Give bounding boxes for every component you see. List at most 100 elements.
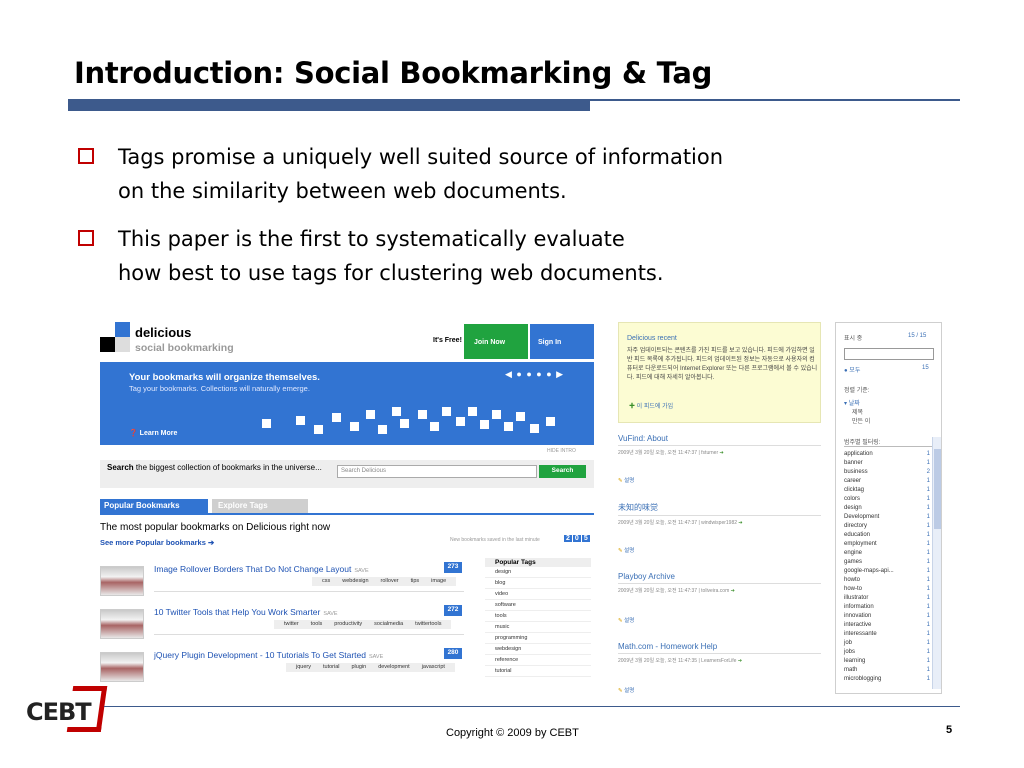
tag-link[interactable]: image [431,578,446,584]
sort-option-author[interactable]: 만든 이 [852,416,870,425]
popular-tag-item[interactable]: programming [485,633,591,644]
category-item[interactable]: games 1 [844,559,930,568]
filter-input[interactable] [844,348,934,360]
popular-tag-item[interactable]: design [485,567,591,578]
category-item[interactable]: information 1 [844,604,930,613]
tag-link[interactable]: tips [411,578,420,584]
popular-tag-item[interactable]: reference [485,655,591,666]
category-item[interactable]: job 1 [844,640,930,649]
sort-option-title[interactable]: 제목 [852,407,863,416]
save-link[interactable]: SAVE [369,654,383,660]
category-item[interactable]: how-to 1 [844,586,930,595]
scrollbar-thumb[interactable] [934,449,941,529]
search-input[interactable]: Search Delicious [337,465,537,478]
category-item[interactable]: jobs 1 [844,649,930,658]
tag-link[interactable]: jquery [296,664,311,670]
bookmark-title[interactable]: 10 Twitter Tools that Help You Work Smar… [154,607,338,617]
cebt-logo-text: CEBT [26,698,92,726]
category-item[interactable]: howto 1 [844,577,930,586]
tag-link[interactable]: plugin [352,664,367,670]
category-count: 1 [926,559,930,565]
tag-link[interactable]: css [322,578,330,584]
popular-tag-item[interactable]: tutorial [485,666,591,677]
feed-item-detail[interactable]: ✎ 설명 [618,616,634,624]
feed-item-title[interactable]: 未知的味觉 [618,502,821,516]
category-item[interactable]: application 1 [844,451,930,460]
sort-option-date[interactable]: ▾ 날짜 [844,398,860,407]
feed-item-title[interactable]: Math.com - Homework Help [618,642,821,654]
tag-link[interactable]: javascript [422,664,445,670]
tag-link[interactable]: development [378,664,410,670]
feed-item-detail[interactable]: ✎ 설명 [618,546,634,554]
category-item[interactable]: google-maps-api... 1 [844,568,930,577]
bookmark-thumbnail[interactable] [100,609,144,639]
tag-link[interactable]: webdesign [342,578,368,584]
category-item[interactable]: engine 1 [844,550,930,559]
popular-tag-item[interactable]: music [485,622,591,633]
category-item[interactable]: Development 1 [844,514,930,523]
green-arrow-icon[interactable]: ➔ [738,658,742,664]
feed-item-title[interactable]: Playboy Archive [618,572,821,584]
popular-tag-item[interactable]: webdesign [485,644,591,655]
bookmark-title[interactable]: jQuery Plugin Development - 10 Tutorials… [154,650,383,660]
tab-popular-bookmarks[interactable]: Popular Bookmarks [100,499,208,513]
feed-item-title[interactable]: VuFind: About [618,434,821,446]
category-scrollbar[interactable] [932,437,941,689]
bookmark-title[interactable]: Image Rollover Borders That Do Not Chang… [154,564,369,574]
category-item[interactable]: colors 1 [844,496,930,505]
category-name: illustrator [844,595,869,601]
learn-more-link[interactable]: ❓ Learn More [129,429,177,437]
filter-all[interactable]: ● 모두 [844,365,860,374]
category-item[interactable]: illustrator 1 [844,595,930,604]
tag-link[interactable]: rollover [381,578,399,584]
category-item[interactable]: employment 1 [844,541,930,550]
carousel-dots-icon[interactable]: ◀ ● ● ● ● ▶ [505,369,564,380]
popular-tag-item[interactable]: software [485,600,591,611]
popular-tags-heading: Popular Tags [485,558,591,567]
hero-subheading: Tag your bookmarks. Collections will nat… [129,384,310,393]
category-item[interactable]: career 1 [844,478,930,487]
category-item[interactable]: directory 1 [844,523,930,532]
category-item[interactable]: learning 1 [844,658,930,667]
join-now-button[interactable]: Join Now [464,324,528,359]
category-item[interactable]: design 1 [844,505,930,514]
category-item[interactable]: banner 1 [844,460,930,469]
bookmark-thumbnail[interactable] [100,652,144,682]
category-count: 1 [926,676,930,682]
tag-link[interactable]: productivity [334,621,362,627]
green-arrow-icon[interactable]: ➔ [720,450,724,456]
category-item[interactable]: business 2 [844,469,930,478]
tab-explore-tags[interactable]: Explore Tags [212,499,308,513]
save-link[interactable]: SAVE [323,611,337,617]
category-item[interactable]: clicktag 1 [844,487,930,496]
category-item[interactable]: innovation 1 [844,613,930,622]
feed-item-detail[interactable]: ✎ 설명 [618,476,634,484]
category-item[interactable]: microblogging 1 [844,676,930,685]
hide-intro-link[interactable]: HIDE INTRO [547,448,576,454]
see-more-link[interactable]: See more Popular bookmarks ➔ [100,538,214,547]
green-arrow-icon[interactable]: ➔ [731,588,735,594]
tag-link[interactable]: tutorial [323,664,340,670]
popular-tag-item[interactable]: tools [485,611,591,622]
category-item[interactable]: interessante 1 [844,631,930,640]
popular-tag-item[interactable]: blog [485,578,591,589]
green-arrow-icon[interactable]: ➔ [738,520,742,526]
save-link[interactable]: SAVE [354,568,368,574]
category-count: 2 [926,469,930,475]
display-count: 15 / 15 [908,333,927,339]
subscribe-link[interactable]: ✚ 이 피드에 가입 [629,401,673,410]
tag-link[interactable]: twittertools [415,621,441,627]
tag-link[interactable]: tools [311,621,323,627]
category-name: engine [844,550,863,556]
search-button[interactable]: Search [539,465,586,478]
category-item[interactable]: interactive 1 [844,622,930,631]
popular-tag-item[interactable]: video [485,589,591,600]
tag-link[interactable]: twitter [284,621,299,627]
category-item[interactable]: education 1 [844,532,930,541]
hero-heading: Your bookmarks will organize themselves. [129,372,320,383]
category-item[interactable]: math 1 [844,667,930,676]
sign-in-button[interactable]: Sign In [530,324,594,359]
tag-link[interactable]: socialmedia [374,621,403,627]
feed-item-detail[interactable]: ✎ 설명 [618,686,634,694]
bookmark-thumbnail[interactable] [100,566,144,596]
